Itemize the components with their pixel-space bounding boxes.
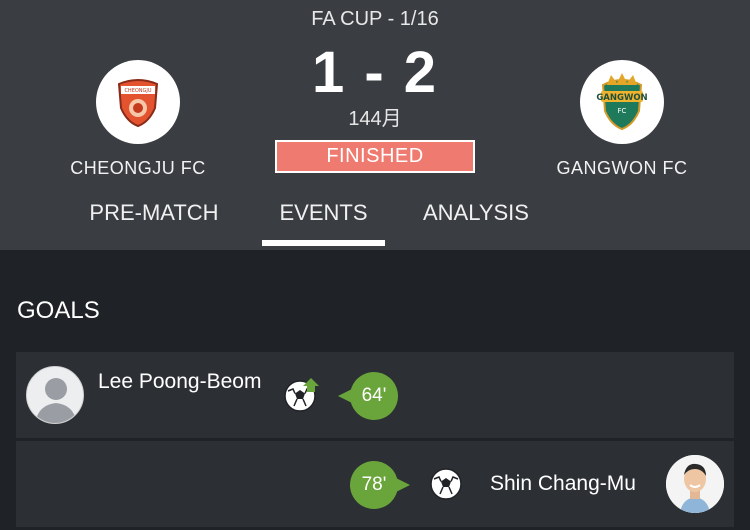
cheongju-fc-crest-icon: CHEONGJU bbox=[117, 79, 159, 128]
player-avatar[interactable] bbox=[26, 366, 84, 424]
player-silhouette-icon bbox=[35, 378, 77, 423]
goal-minute-badge: 64' bbox=[350, 372, 398, 420]
goals-section-title: GOALS bbox=[17, 297, 100, 324]
match-minute: 144月 bbox=[348, 108, 402, 130]
goal-scorer-name[interactable]: Lee Poong-Beom bbox=[98, 369, 268, 395]
player-avatar[interactable] bbox=[666, 455, 724, 513]
goal-with-assist-icon bbox=[284, 376, 320, 412]
match-score: 1 - 2 bbox=[311, 40, 439, 105]
svg-text:GANGWON: GANGWON bbox=[596, 93, 647, 103]
soccer-ball-icon bbox=[428, 466, 464, 502]
tab-events[interactable]: EVENTS bbox=[262, 200, 385, 226]
competition-title: FA CUP - 1/16 bbox=[311, 8, 439, 30]
home-team-logo[interactable]: CHEONGJU bbox=[96, 60, 180, 144]
gangwon-fc-crest-icon: GANGWON FC bbox=[596, 73, 648, 131]
tab-analysis[interactable]: ANALYSIS bbox=[405, 200, 547, 226]
goal-scorer-name[interactable]: Shin Chang-Mu bbox=[490, 471, 660, 497]
goal-event-row[interactable]: Lee Poong-Beom 64' bbox=[16, 352, 734, 438]
goal-minute-badge: 78' bbox=[350, 461, 398, 509]
svg-text:CHEONGJU: CHEONGJU bbox=[124, 88, 151, 94]
away-team-logo[interactable]: GANGWON FC bbox=[580, 60, 664, 144]
tab-pre-match[interactable]: PRE-MATCH bbox=[68, 200, 240, 226]
active-tab-indicator bbox=[262, 240, 385, 246]
home-team[interactable]: CHEONGJU CHEONGJU FC bbox=[38, 60, 238, 179]
home-team-name[interactable]: CHEONGJU FC bbox=[38, 158, 238, 179]
match-status-badge: FINISHED bbox=[275, 140, 475, 173]
away-team[interactable]: GANGWON FC GANGWON FC bbox=[522, 60, 722, 179]
minute-badge-pointer bbox=[396, 478, 410, 492]
svg-text:FC: FC bbox=[618, 107, 627, 115]
match-header: FA CUP - 1/16 CHEONGJU CHEONGJU FC 1 - 2… bbox=[0, 0, 750, 250]
player-photo-icon bbox=[666, 455, 724, 513]
away-team-name[interactable]: GANGWON FC bbox=[522, 158, 722, 179]
goal-event-row[interactable]: 78' Shin Chang-Mu bbox=[16, 441, 734, 527]
